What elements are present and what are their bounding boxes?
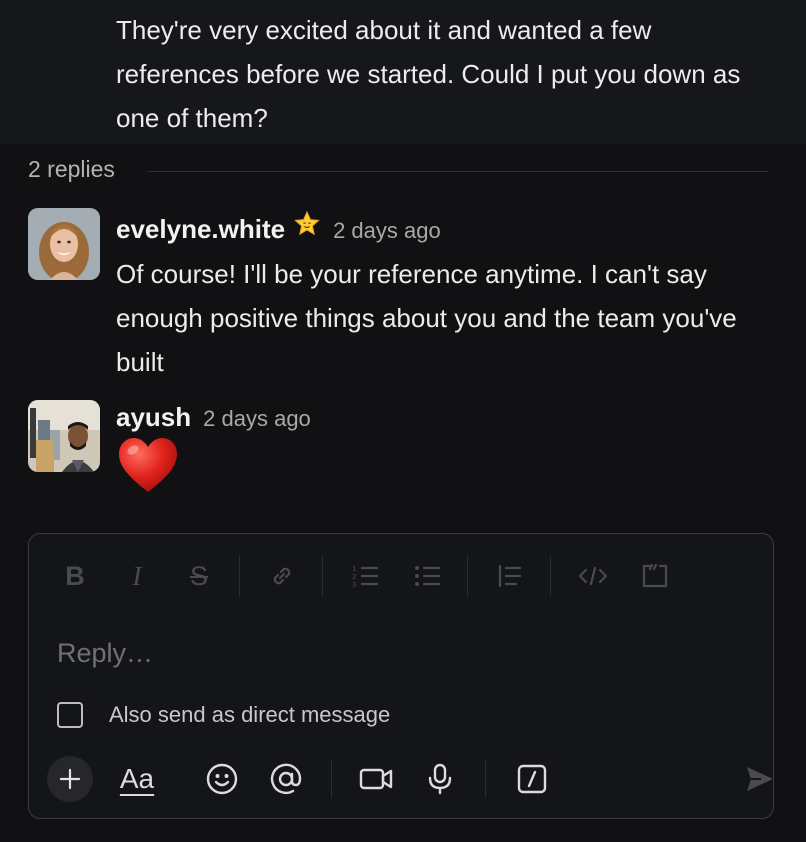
reply-emoji: ❤️ (116, 436, 756, 509)
author-name[interactable]: ayush (116, 402, 191, 433)
timestamp[interactable]: 2 days ago (203, 406, 311, 432)
toolbar-divider (485, 760, 486, 798)
reply-count: 2 replies (28, 156, 115, 182)
ordered-list-icon: 123 (352, 565, 379, 589)
shortcuts-button[interactable] (509, 756, 555, 802)
parent-message: They're very excited about it and wanted… (0, 0, 806, 144)
mention-icon (270, 763, 302, 795)
code-block-icon (642, 563, 668, 588)
video-clip-button[interactable] (353, 756, 399, 802)
svg-text:2: 2 (352, 573, 356, 581)
microphone-icon (428, 763, 452, 795)
thread-reply: evelyne.white 2 days ago Of course! I'll… (28, 208, 788, 378)
ordered-list-button[interactable]: 123 (345, 556, 385, 596)
divider-line (148, 171, 768, 172)
formatting-label: Aa (119, 763, 155, 794)
heart-emoji-icon (119, 438, 177, 492)
bulleted-list-button[interactable] (407, 556, 447, 596)
send-button[interactable] (737, 756, 783, 802)
timestamp[interactable]: 2 days ago (333, 218, 441, 244)
thread-reply: ayush 2 days ago ❤️ (28, 400, 788, 510)
bulleted-list-icon (415, 566, 441, 586)
svg-text:3: 3 (352, 581, 356, 589)
toolbar-divider (331, 760, 332, 798)
toolbar-divider (322, 556, 323, 596)
reply-header: ayush 2 days ago (116, 402, 311, 433)
author-name[interactable]: evelyne.white (116, 214, 285, 245)
send-icon (747, 767, 773, 791)
formatting-toggle-button[interactable]: Aa (111, 756, 163, 802)
reply-header: evelyne.white 2 days ago (116, 210, 441, 245)
blockquote-button[interactable] (490, 556, 530, 596)
svg-text:1: 1 (352, 565, 356, 573)
code-block-button[interactable] (635, 556, 675, 596)
code-icon (578, 566, 608, 586)
avatar-evelyne[interactable] (28, 208, 100, 280)
formatting-toolbar: B I S 123 (55, 556, 697, 596)
slash-command-icon (517, 764, 547, 794)
blockquote-icon (498, 564, 522, 588)
toolbar-divider (239, 556, 240, 596)
reply-composer: B I S 123 Also send as (28, 533, 774, 819)
parent-message-text: They're very excited about it and wanted… (116, 15, 741, 133)
mention-button[interactable] (263, 756, 309, 802)
toolbar-divider (467, 556, 468, 596)
strikethrough-icon: S (189, 560, 208, 591)
bold-button[interactable]: B (55, 556, 95, 596)
video-camera-icon (359, 768, 393, 790)
also-send-dm-option[interactable]: Also send as direct message (57, 702, 390, 728)
link-icon (273, 567, 291, 585)
link-button[interactable] (262, 556, 302, 596)
avatar-ayush[interactable] (28, 400, 100, 472)
italic-button[interactable]: I (117, 556, 157, 596)
audio-clip-button[interactable] (417, 756, 463, 802)
also-send-dm-label: Also send as direct message (109, 702, 391, 727)
bold-icon: B (65, 560, 85, 591)
plus-icon (59, 768, 81, 790)
also-send-dm-checkbox[interactable] (57, 702, 83, 728)
star-icon (293, 210, 321, 238)
emoji-icon (206, 763, 238, 795)
toolbar-divider (550, 556, 551, 596)
composer-action-bar: Aa (47, 756, 773, 804)
reply-text: Of course! I'll be your reference anytim… (116, 259, 737, 377)
code-button[interactable] (573, 556, 613, 596)
reply-count-divider: 2 replies (28, 152, 768, 192)
reply-input[interactable] (55, 632, 739, 674)
strikethrough-button[interactable]: S (179, 556, 219, 596)
emoji-button[interactable] (199, 756, 245, 802)
italic-icon: I (132, 560, 142, 591)
plus-button[interactable] (47, 756, 93, 802)
